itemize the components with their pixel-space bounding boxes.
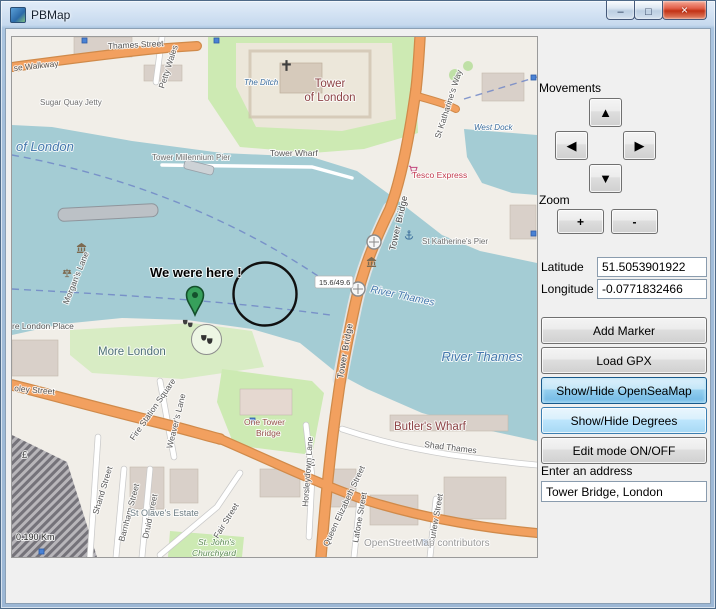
toggle-openseamap-button[interactable]: Show/Hide OpenSeaMap: [541, 377, 707, 404]
address-input[interactable]: [541, 481, 707, 502]
map-label: Sugar Quay Jetty: [40, 98, 102, 107]
poi-circle-button[interactable]: [192, 325, 222, 355]
node-square[interactable]: [39, 549, 44, 554]
latitude-label: Latitude: [541, 260, 584, 274]
map-label: One Tower: [244, 417, 285, 427]
map-attribution: OpenStreetMap contributors: [364, 538, 490, 549]
map-label: St Olave's Estate: [130, 508, 199, 518]
window-title: PBMap: [31, 8, 70, 22]
toggle-degrees-label: Show/Hide Degrees: [571, 414, 678, 428]
pound-icon: [22, 450, 28, 461]
map-label: Butler's Wharf: [394, 421, 467, 433]
map-label: Tower Millennium Pier: [152, 153, 231, 162]
map-label: Churchyard: [192, 548, 236, 557]
map-label: The Ditch: [244, 78, 279, 87]
zoom-out-button[interactable]: -: [611, 209, 658, 234]
edit-mode-button[interactable]: Edit mode ON/OFF: [541, 437, 707, 464]
minimize-button[interactable]: –: [606, 1, 635, 20]
arrow-up-icon: ▲: [599, 105, 612, 120]
load-gpx-label: Load GPX: [596, 354, 651, 368]
node-square[interactable]: [531, 231, 536, 236]
minus-icon: -: [633, 215, 637, 229]
bridge-clearance-label: 15.6/49.6: [319, 278, 350, 287]
toggle-degrees-button[interactable]: Show/Hide Degrees: [541, 407, 707, 434]
maximize-button[interactable]: □: [634, 1, 663, 20]
node-square[interactable]: [214, 38, 219, 43]
load-gpx-button[interactable]: Load GPX: [541, 347, 707, 374]
map-label: Tower Wharf: [270, 148, 318, 158]
edit-mode-label: Edit mode ON/OFF: [573, 444, 676, 458]
node-square[interactable]: [82, 38, 87, 43]
map-label: Tower: [315, 78, 346, 90]
map-label: St Katherine's Pier: [422, 237, 488, 246]
longitude-input[interactable]: [597, 279, 707, 299]
map-scale: 0.190 Km: [16, 532, 55, 542]
map-label: More London: [98, 346, 166, 358]
add-marker-button[interactable]: Add Marker: [541, 317, 707, 344]
map-label: West Dock: [474, 123, 514, 132]
move-up-button[interactable]: ▲: [589, 98, 622, 127]
arrow-down-icon: ▼: [599, 171, 612, 186]
map-label: River Thames: [442, 349, 523, 364]
move-left-button[interactable]: ◀: [555, 131, 588, 160]
close-icon: ×: [681, 4, 688, 17]
map-container: £: [11, 36, 538, 558]
zoom-label: Zoom: [539, 193, 570, 207]
map-label: Tesco Express: [412, 170, 467, 180]
map-label: re London Place: [12, 321, 74, 331]
plus-icon: +: [577, 215, 584, 229]
address-label: Enter an address: [541, 464, 632, 478]
longitude-label: Longitude: [541, 282, 594, 296]
movements-label: Movements: [539, 81, 601, 95]
move-right-button[interactable]: ▶: [623, 131, 656, 160]
maximize-icon: □: [645, 6, 652, 19]
map-label: St. John's: [198, 537, 236, 547]
arrow-right-icon: ▶: [635, 138, 645, 154]
map-canvas[interactable]: £: [12, 37, 537, 557]
map-label: of London: [304, 92, 355, 104]
zoom-in-button[interactable]: +: [557, 209, 604, 234]
node-square[interactable]: [531, 75, 536, 80]
close-button[interactable]: ×: [662, 1, 707, 20]
app-window: PBMap – □ × £: [0, 0, 716, 609]
add-marker-label: Add Marker: [593, 324, 655, 338]
map-label: of London: [16, 139, 74, 154]
move-down-button[interactable]: ▼: [589, 164, 622, 193]
arrow-left-icon: ◀: [567, 138, 577, 154]
toggle-openseamap-label: Show/Hide OpenSeaMap: [556, 384, 691, 398]
map-label: Bridge: [256, 428, 281, 438]
marker-label: We were here !: [150, 265, 242, 280]
minimize-icon: –: [617, 6, 623, 19]
latitude-input[interactable]: [597, 257, 707, 277]
app-icon: [10, 7, 26, 23]
